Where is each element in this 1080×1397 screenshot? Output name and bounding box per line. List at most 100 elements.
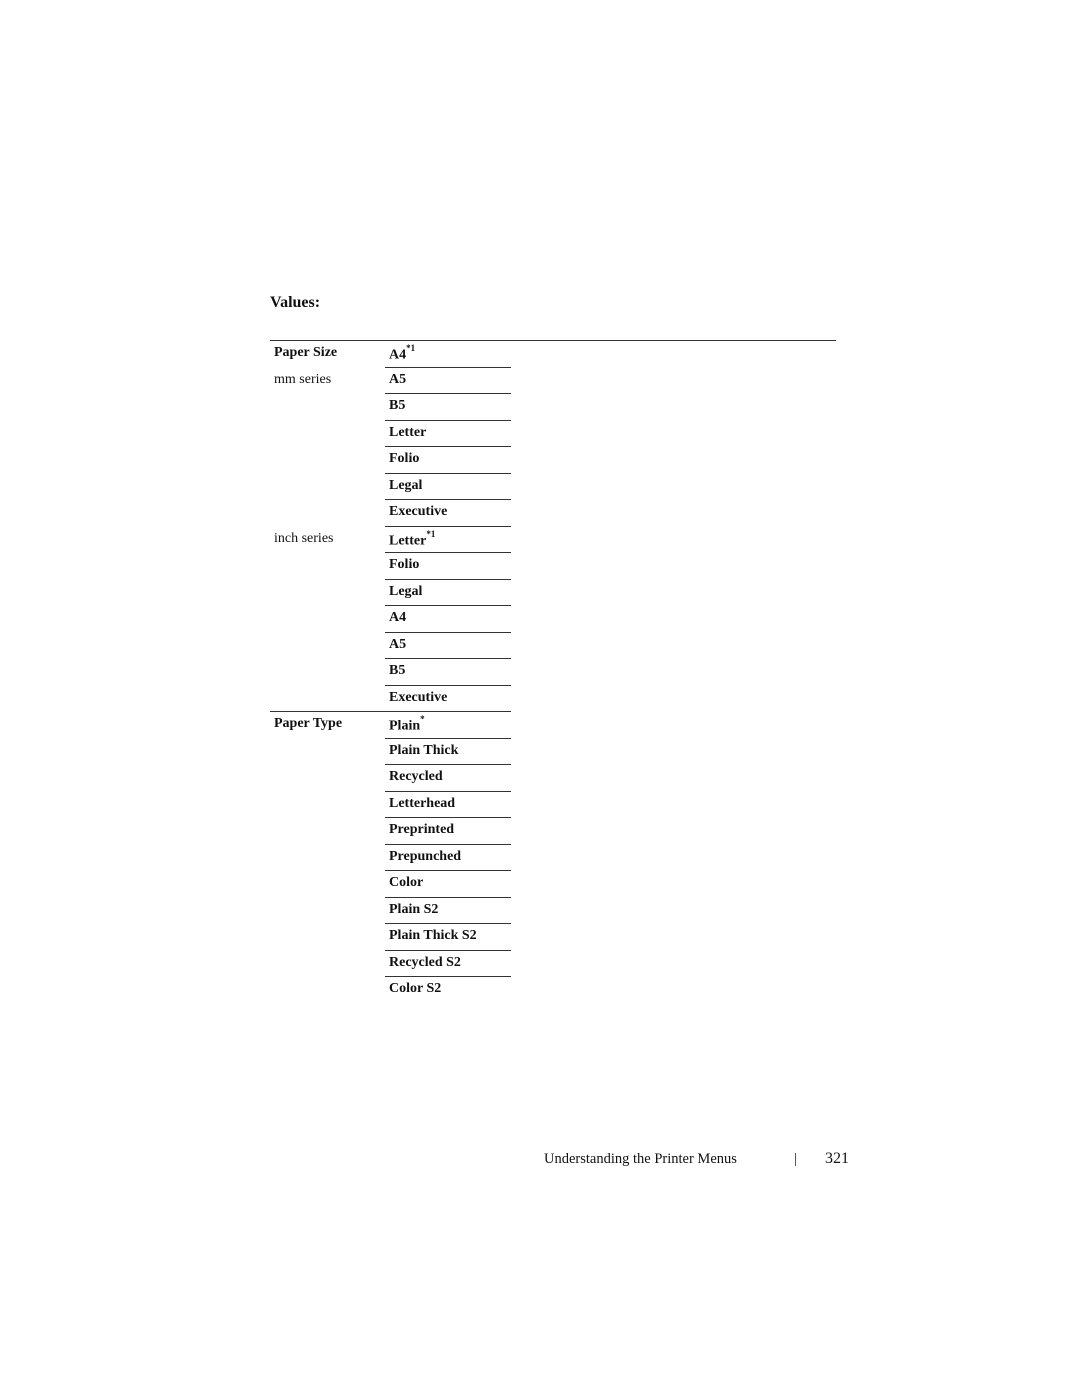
default-marker: *1 bbox=[426, 528, 436, 539]
value-text: B5 bbox=[389, 663, 405, 679]
value-text: Letter*1 bbox=[389, 528, 436, 550]
value-cell: A4 bbox=[385, 606, 511, 633]
value-label: Color S2 bbox=[389, 981, 442, 996]
value-label: Prepunched bbox=[389, 848, 462, 864]
value-cell: Color S2 bbox=[385, 977, 511, 1004]
value-text: Prepunched bbox=[389, 849, 461, 865]
table-row: mm series A5 bbox=[270, 368, 511, 394]
value-text: Executive bbox=[389, 504, 447, 520]
value-cell: Preprinted bbox=[385, 818, 511, 845]
values-heading: Values: bbox=[270, 294, 321, 311]
setting-label: Paper Type bbox=[274, 716, 343, 731]
value-label: Folio bbox=[389, 451, 420, 466]
table-row: Prepunched bbox=[270, 845, 511, 871]
value-cell: Folio bbox=[385, 447, 511, 474]
value-text: Plain S2 bbox=[389, 902, 438, 918]
value-label: Recycled bbox=[389, 769, 443, 784]
value-text: Plain Thick bbox=[389, 743, 458, 759]
table-row: Plain S2 bbox=[270, 898, 511, 924]
series-label: mm series bbox=[274, 371, 332, 387]
value-label: A5 bbox=[389, 636, 407, 652]
default-marker: *1 bbox=[406, 343, 416, 353]
footer-chapter-title: Understanding the Printer Menus bbox=[544, 1151, 737, 1167]
value-text: Letter bbox=[389, 425, 426, 441]
table-row: A5 bbox=[270, 633, 511, 659]
value-text: A5 bbox=[389, 372, 406, 388]
default-marker: * bbox=[420, 714, 425, 724]
value-label: Legal bbox=[389, 583, 423, 599]
value-cell: Executive bbox=[385, 500, 511, 527]
table-row: Color S2 bbox=[270, 977, 511, 1004]
table-row: Executive bbox=[270, 686, 511, 713]
table-row: B5 bbox=[270, 394, 511, 421]
table-row: Preprinted bbox=[270, 818, 511, 845]
table-row: inch series Letter*1 bbox=[270, 527, 511, 553]
value-cell: Letter bbox=[385, 421, 511, 447]
table-row: Paper Size A4*1 bbox=[270, 341, 511, 368]
value-text: Recycled S2 bbox=[389, 955, 461, 971]
value-label: Plain S2 bbox=[389, 901, 439, 917]
table-row: Plain Thick S2 bbox=[270, 924, 511, 951]
value-text: Color S2 bbox=[389, 981, 441, 997]
value-cell: A4*1 bbox=[385, 341, 511, 368]
value-cell: B5 bbox=[385, 659, 511, 686]
value-text: Executive bbox=[389, 690, 447, 706]
table-row: Letterhead bbox=[270, 792, 511, 818]
value-cell: Prepunched bbox=[385, 845, 511, 871]
footer-separator: | bbox=[794, 1151, 797, 1167]
table-row: B5 bbox=[270, 659, 511, 686]
value-cell: Legal bbox=[385, 580, 511, 606]
value-label: Legal bbox=[389, 477, 423, 493]
value-text: Preprinted bbox=[389, 822, 454, 838]
value-label: B5 bbox=[389, 663, 406, 678]
table-row: Folio bbox=[270, 553, 511, 580]
value-label: Letter bbox=[389, 533, 427, 549]
value-cell: Plain Thick bbox=[385, 739, 511, 765]
value-text: A5 bbox=[389, 637, 406, 653]
value-cell: A5 bbox=[385, 368, 511, 394]
table-row: Letter bbox=[270, 421, 511, 447]
value-text: Color bbox=[389, 875, 423, 891]
value-label: Folio bbox=[389, 557, 420, 572]
value-text: Plain* bbox=[389, 714, 425, 735]
value-text: B5 bbox=[389, 398, 405, 414]
value-text: Recycled bbox=[389, 769, 443, 785]
value-text: Letterhead bbox=[389, 796, 455, 812]
value-label: Executive bbox=[389, 504, 448, 519]
value-label: A4 bbox=[389, 610, 407, 625]
value-cell: Plain* bbox=[385, 712, 511, 739]
table-row: Folio bbox=[270, 447, 511, 474]
value-label: Plain Thick bbox=[389, 742, 459, 758]
value-text: Legal bbox=[389, 584, 422, 600]
value-text: A4 bbox=[389, 610, 406, 626]
value-text: Folio bbox=[389, 451, 419, 467]
value-label: Color bbox=[389, 875, 424, 890]
table-row: A4 bbox=[270, 606, 511, 633]
value-label: A5 bbox=[389, 371, 407, 387]
table-row: Paper Type Plain* bbox=[270, 712, 511, 739]
value-label: Plain bbox=[389, 718, 421, 734]
value-cell: Plain Thick S2 bbox=[385, 924, 511, 951]
table-row: Legal bbox=[270, 580, 511, 606]
value-text: A4*1 bbox=[389, 343, 416, 364]
table-row: Legal bbox=[270, 474, 511, 500]
setting-label: Paper Size bbox=[274, 345, 338, 360]
value-cell: Executive bbox=[385, 686, 511, 713]
value-text: Plain Thick S2 bbox=[389, 928, 477, 944]
value-cell: Folio bbox=[385, 553, 511, 580]
value-cell: B5 bbox=[385, 394, 511, 421]
table-row: Recycled bbox=[270, 765, 511, 792]
value-label: Letterhead bbox=[389, 795, 456, 811]
value-cell: Recycled S2 bbox=[385, 951, 511, 977]
value-text: Folio bbox=[389, 557, 419, 573]
value-text: Legal bbox=[389, 478, 422, 494]
table-row: Color bbox=[270, 871, 511, 898]
value-label: Executive bbox=[389, 689, 448, 705]
value-cell: Recycled bbox=[385, 765, 511, 792]
value-label: B5 bbox=[389, 398, 406, 413]
table-row: Recycled S2 bbox=[270, 951, 511, 977]
table-row: Executive bbox=[270, 500, 511, 527]
value-cell: Color bbox=[385, 871, 511, 898]
value-label: Letter bbox=[389, 424, 427, 440]
value-label: Preprinted bbox=[389, 822, 455, 837]
